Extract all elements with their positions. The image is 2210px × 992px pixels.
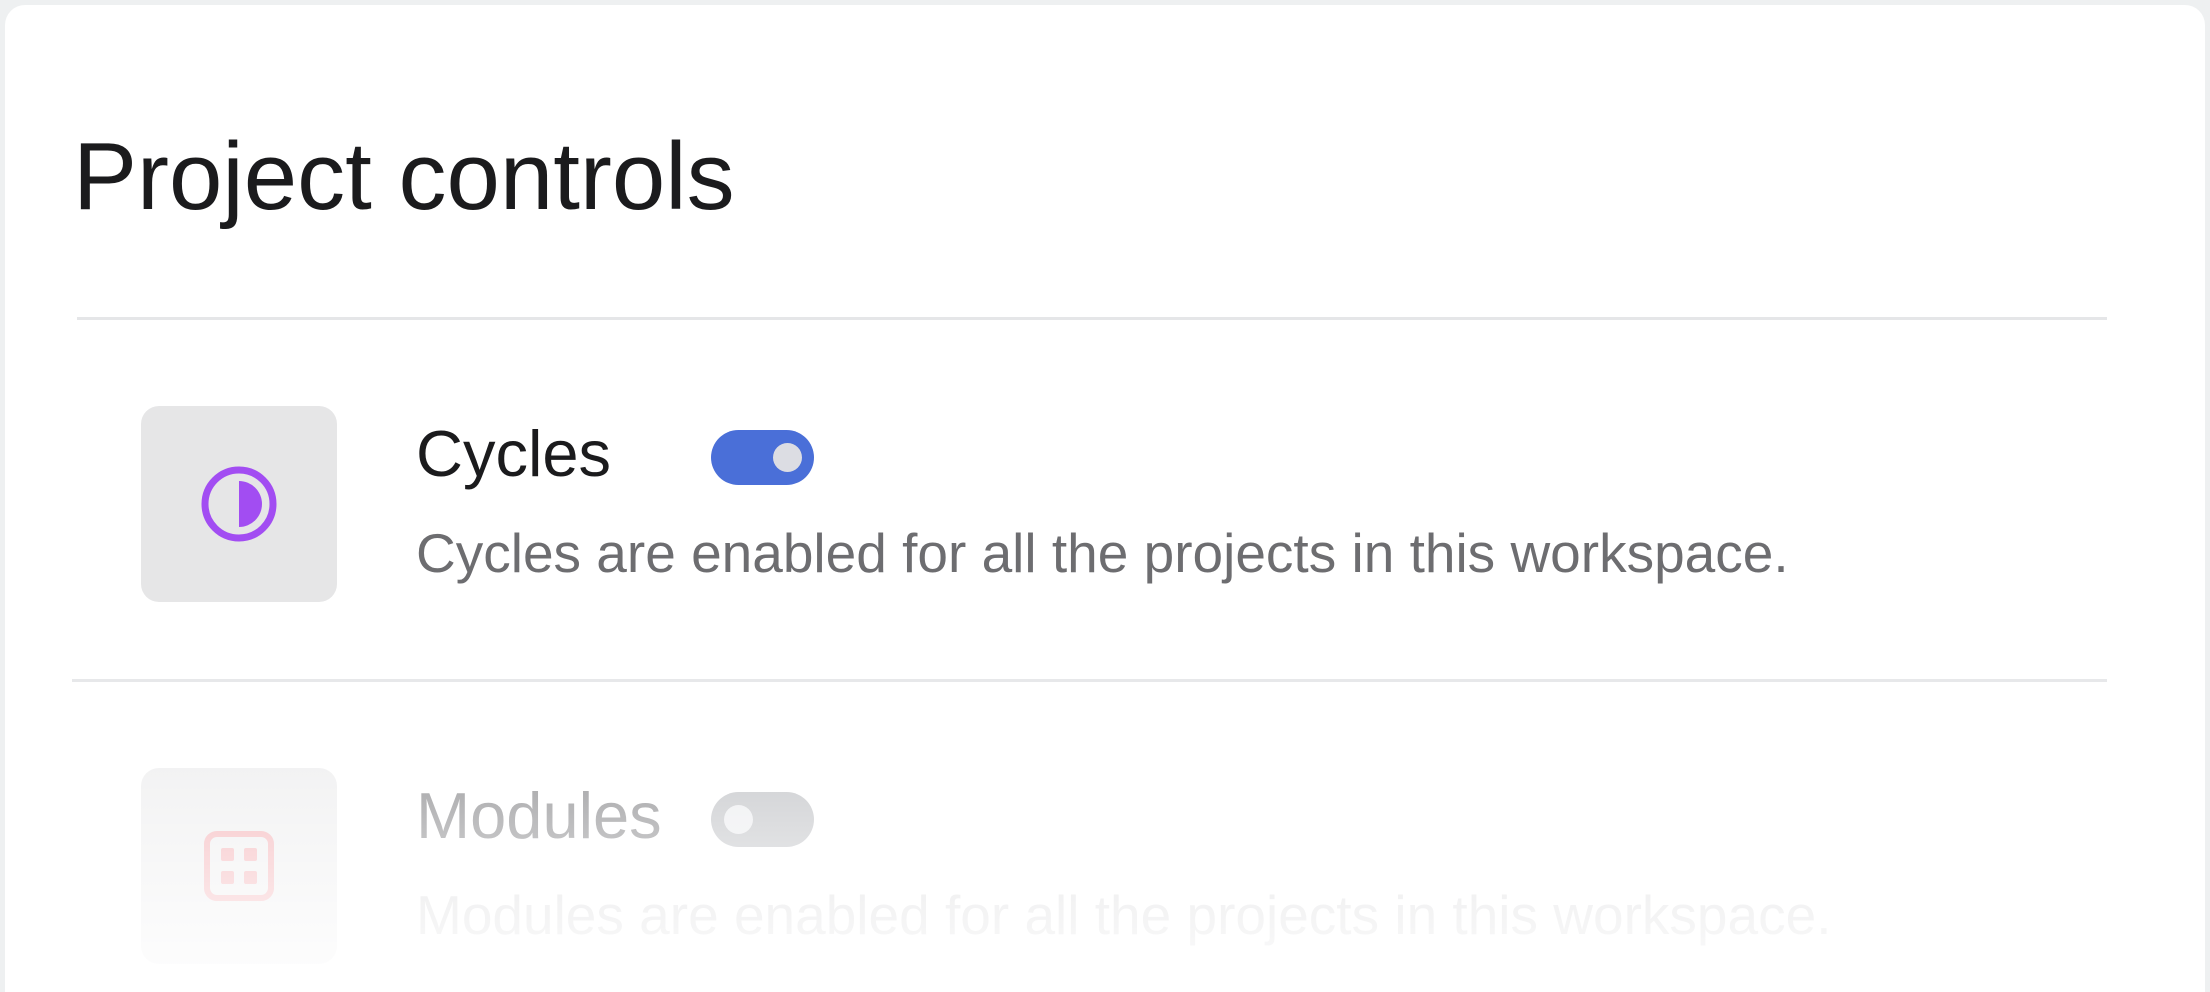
cycles-toggle[interactable] (711, 430, 814, 485)
cycles-icon (201, 466, 277, 542)
feature-description-modules: Modules are enabled for all the projects… (416, 884, 1832, 946)
feature-name-cycles: Cycles (416, 417, 612, 490)
modules-toggle[interactable] (711, 792, 814, 847)
page-title: Project controls (73, 123, 735, 230)
cycles-icon-box (141, 406, 337, 602)
toggle-knob (724, 805, 753, 834)
toggle-knob (773, 443, 802, 472)
feature-name-modules: Modules (416, 779, 662, 852)
title-divider (77, 317, 2107, 320)
project-controls-panel: Project controls Cycles Cycles are enabl… (5, 5, 2205, 992)
feature-divider (72, 679, 2107, 682)
modules-icon-box (141, 768, 337, 964)
modules-icon (204, 831, 274, 901)
feature-row-cycles: Cycles Cycles are enabled for all the pr… (5, 406, 2205, 606)
feature-description-cycles: Cycles are enabled for all the projects … (416, 522, 1789, 584)
feature-row-modules: Modules Modules are enabled for all the … (5, 768, 2205, 968)
